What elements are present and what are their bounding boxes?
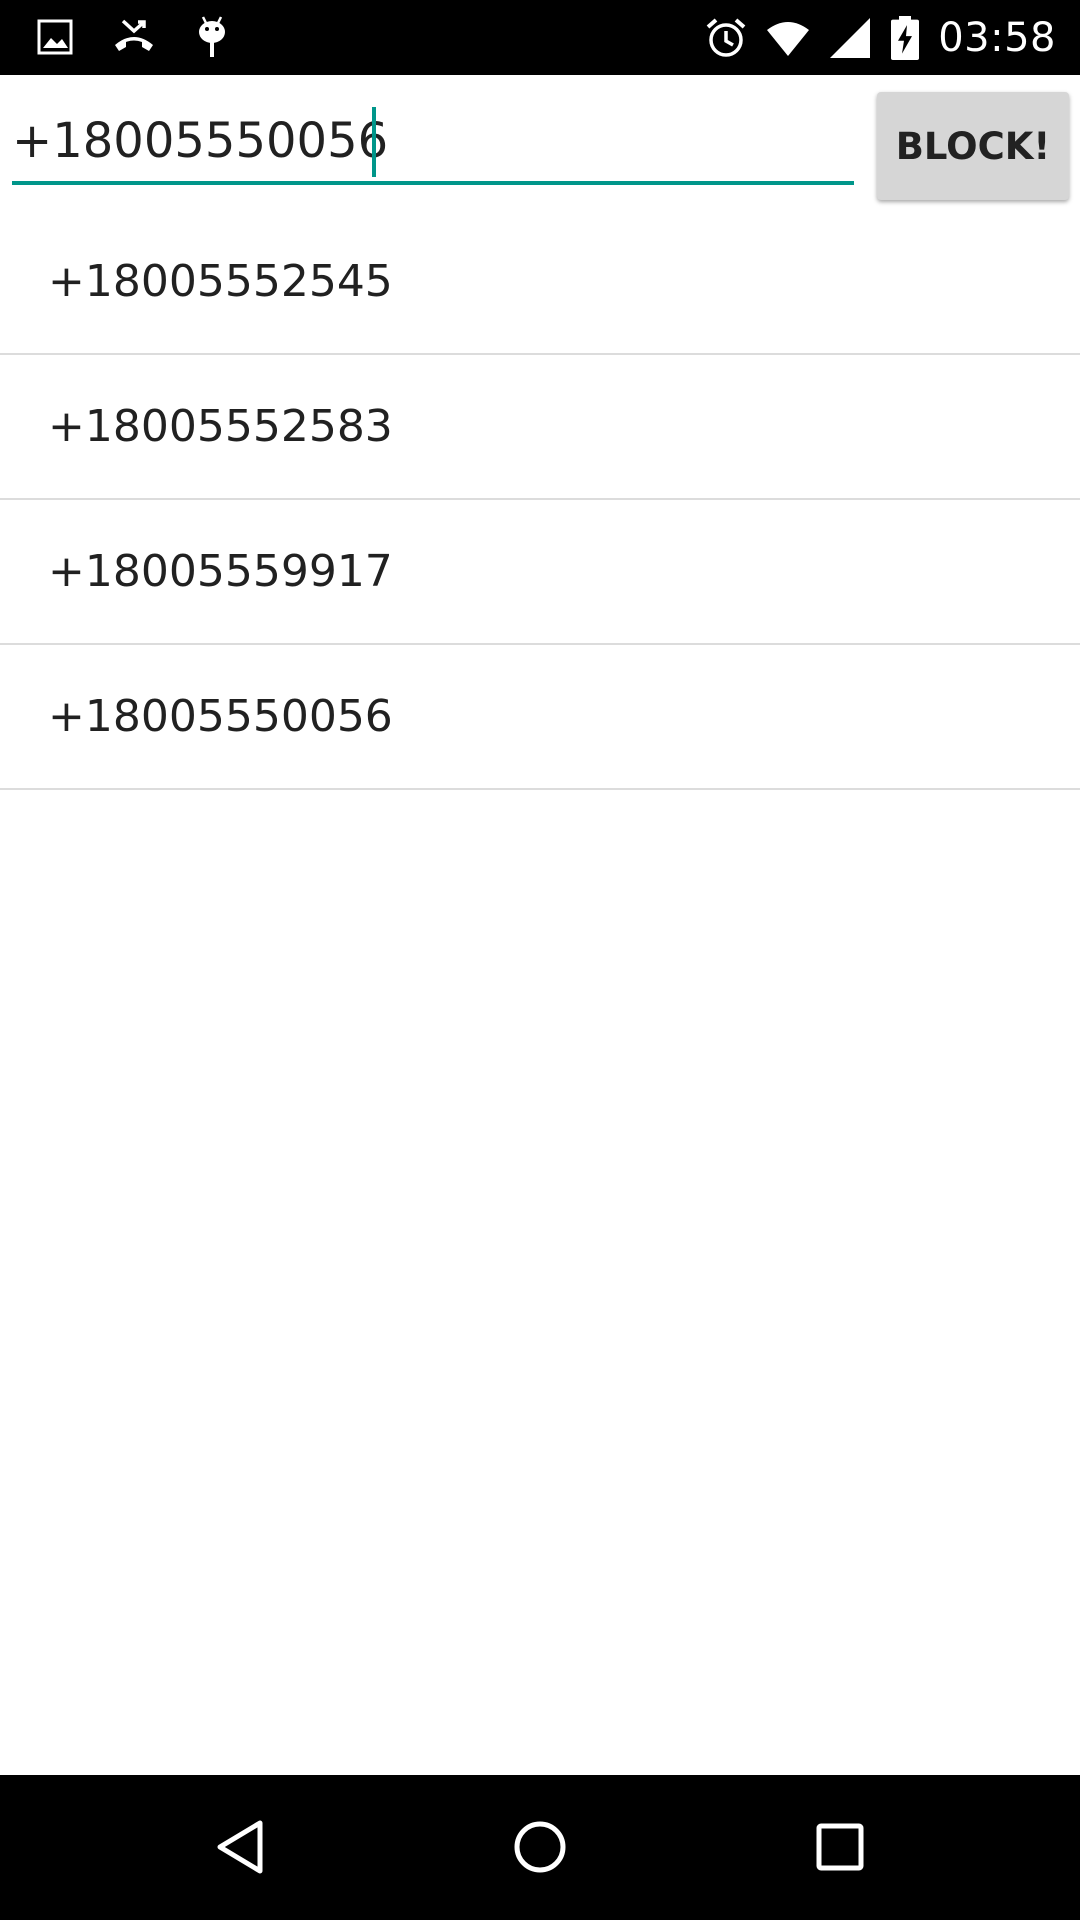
back-button[interactable] xyxy=(190,1797,290,1897)
navigation-bar xyxy=(0,1775,1080,1920)
status-bar: 03:58 xyxy=(0,0,1080,75)
back-icon xyxy=(217,1820,263,1874)
text-cursor xyxy=(372,107,376,177)
image-icon xyxy=(34,15,78,59)
notification-icons xyxy=(34,12,234,62)
block-number-form: BLOCK! xyxy=(0,75,1080,205)
signal-icon xyxy=(828,16,872,60)
battery-charging-icon xyxy=(890,15,920,60)
screen: 03:58 BLOCK! +18005552545 +18005552583 +… xyxy=(0,0,1080,1920)
list-item[interactable]: +18005550056 xyxy=(0,645,1080,790)
list-item[interactable]: +18005552545 xyxy=(0,210,1080,355)
status-time: 03:58 xyxy=(938,14,1056,61)
system-status-icons: 03:58 xyxy=(704,10,1056,65)
blocked-numbers-list: +18005552545 +18005552583 +18005559917 +… xyxy=(0,210,1080,790)
alarm-icon xyxy=(704,16,748,60)
phone-number-input[interactable] xyxy=(12,101,854,185)
block-button[interactable]: BLOCK! xyxy=(877,92,1069,200)
recents-button[interactable] xyxy=(790,1797,890,1897)
list-item[interactable]: +18005552583 xyxy=(0,355,1080,500)
home-icon xyxy=(514,1821,566,1873)
recents-icon xyxy=(816,1823,864,1871)
android-debug-icon xyxy=(190,15,234,59)
home-button[interactable] xyxy=(490,1797,590,1897)
missed-call-icon xyxy=(112,15,156,59)
wifi-icon xyxy=(766,16,810,60)
list-item[interactable]: +18005559917 xyxy=(0,500,1080,645)
